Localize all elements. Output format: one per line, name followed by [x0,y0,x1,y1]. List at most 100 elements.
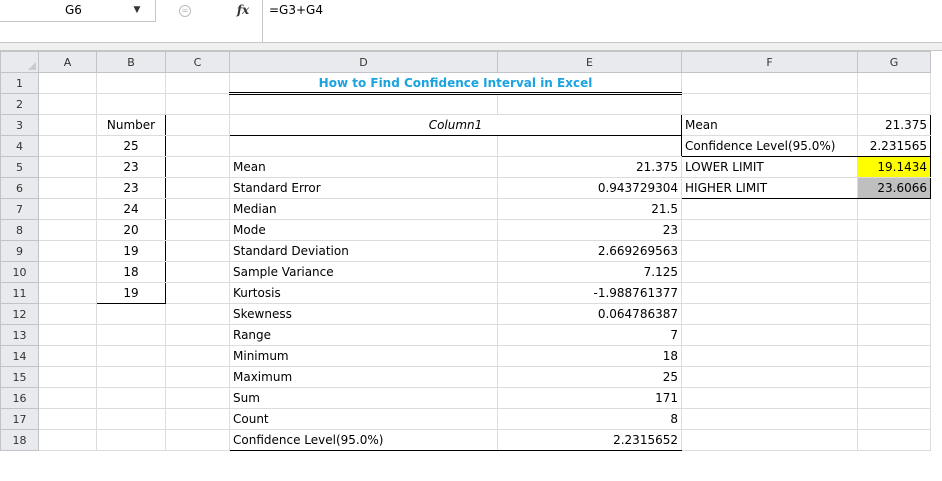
cell[interactable] [165,303,230,325]
insert-function-icon[interactable]: fx [232,0,254,21]
cell[interactable] [38,93,97,115]
cell[interactable] [681,303,858,325]
row-header[interactable]: 12 [0,303,39,325]
cell[interactable] [38,429,97,451]
cell[interactable] [165,198,230,220]
cell[interactable] [38,177,97,199]
number-value[interactable]: 23 [96,177,166,199]
cell[interactable] [857,261,931,283]
cell[interactable] [681,387,858,409]
row-header[interactable]: 10 [0,261,39,283]
summary-higher-label[interactable]: HIGHER LIMIT [681,177,858,199]
row-header[interactable]: 5 [0,156,39,178]
cell[interactable] [165,114,230,136]
cell[interactable] [38,72,97,94]
cell[interactable] [38,345,97,367]
cell[interactable] [681,240,858,262]
summary-lower-label[interactable]: LOWER LIMIT [681,156,858,178]
cell[interactable] [96,93,166,115]
cell[interactable] [857,93,931,115]
cell[interactable] [857,408,931,430]
row-header[interactable]: 4 [0,135,39,157]
row-header[interactable]: 17 [0,408,39,430]
cell[interactable] [681,429,858,451]
stat-value[interactable]: -1.988761377 [497,282,682,304]
cell[interactable] [96,72,166,94]
cell[interactable] [165,135,230,157]
cell[interactable] [165,387,230,409]
stat-label[interactable]: Maximum [229,366,498,388]
summary-higher-value[interactable]: 23.6066 [857,177,931,199]
stat-label[interactable]: Mean [229,156,498,178]
cell[interactable] [681,219,858,241]
cell[interactable] [38,261,97,283]
stat-value[interactable]: 2.2315652 [497,429,682,451]
stat-value[interactable]: 23 [497,219,682,241]
row-header[interactable]: 1 [0,72,39,94]
cell[interactable] [38,366,97,388]
cell[interactable] [229,135,498,157]
select-all-corner[interactable] [0,51,39,73]
number-value[interactable]: 24 [96,198,166,220]
stat-value[interactable]: 25 [497,366,682,388]
row-header[interactable]: 11 [0,282,39,304]
cell[interactable] [681,345,858,367]
row-header[interactable]: 7 [0,198,39,220]
cell[interactable] [681,93,858,115]
cell[interactable] [38,303,97,325]
stat-label[interactable]: Mode [229,219,498,241]
cell[interactable] [497,93,682,115]
cell[interactable] [165,219,230,241]
row-header[interactable]: 2 [0,93,39,115]
stat-label[interactable]: Median [229,198,498,220]
cell[interactable] [165,177,230,199]
stat-value[interactable]: 0.064786387 [497,303,682,325]
row-header[interactable]: 14 [0,345,39,367]
cell[interactable] [165,345,230,367]
column-header-b[interactable]: B [96,51,166,73]
column-header-f[interactable]: F [681,51,858,73]
number-value[interactable]: 18 [96,261,166,283]
sheet-title[interactable]: How to Find Confidence Interval in Excel [229,72,682,95]
summary-mean-value[interactable]: 21.375 [857,114,931,136]
cell[interactable] [165,240,230,262]
stat-value[interactable]: 8 [497,408,682,430]
cell[interactable] [497,135,682,157]
cell[interactable] [96,303,166,325]
cell[interactable] [857,345,931,367]
stat-label[interactable]: Count [229,408,498,430]
column-header-d[interactable]: D [229,51,498,73]
summary-mean-label[interactable]: Mean [681,114,858,136]
cell[interactable] [857,72,931,94]
cell[interactable] [681,261,858,283]
cell[interactable] [38,387,97,409]
cell[interactable] [857,240,931,262]
stat-label[interactable]: Sample Variance [229,261,498,283]
stat-value[interactable]: 18 [497,345,682,367]
cell[interactable] [165,324,230,346]
stat-value[interactable]: 7.125 [497,261,682,283]
stat-value[interactable]: 2.669269563 [497,240,682,262]
column-header-a[interactable]: A [38,51,97,73]
formula-input[interactable]: =G3+G4 [262,0,942,42]
cell[interactable] [165,156,230,178]
number-value[interactable]: 23 [96,156,166,178]
summary-conf-value[interactable]: 2.231565 [857,135,931,157]
cell[interactable] [38,156,97,178]
column-header-g[interactable]: G [857,51,931,73]
cell[interactable] [165,72,230,94]
cell[interactable] [96,366,166,388]
cell[interactable] [681,324,858,346]
cell[interactable] [38,135,97,157]
summary-lower-value[interactable]: 19.1434 [857,156,931,178]
cell[interactable] [681,282,858,304]
cell[interactable] [681,408,858,430]
cell[interactable] [229,93,498,115]
cell[interactable] [38,282,97,304]
stat-label[interactable]: Minimum [229,345,498,367]
number-value[interactable]: 20 [96,219,166,241]
stat-label[interactable]: Sum [229,387,498,409]
row-header[interactable]: 18 [0,429,39,451]
cell[interactable] [38,114,97,136]
cell[interactable] [681,198,858,220]
